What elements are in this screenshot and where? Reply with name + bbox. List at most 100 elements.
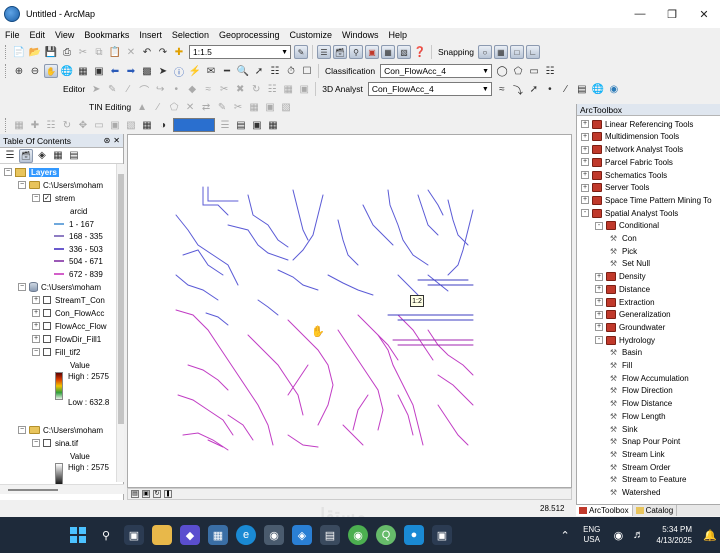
update-georef-icon[interactable]: ▧ — [124, 118, 138, 132]
image-analysis-icon[interactable]: ▦ — [140, 118, 154, 132]
menu-view[interactable]: View — [50, 30, 79, 40]
edge-snapping-icon[interactable]: ∟ — [525, 45, 540, 59]
layer-row[interactable]: + FlowDir_Fill1 — [32, 333, 101, 346]
collapse-icon[interactable]: − — [18, 181, 26, 190]
toolset-item[interactable]: + Server Tools — [581, 182, 649, 195]
expand-icon[interactable]: + — [581, 196, 589, 205]
toolbar-grip[interactable] — [5, 118, 8, 132]
table-of-contents-icon[interactable]: ☰ — [317, 45, 331, 59]
endpoint-arc-icon[interactable]: ⌒ — [137, 82, 151, 97]
expand-icon[interactable]: + — [595, 285, 603, 294]
search-icon[interactable]: ⚲ — [96, 525, 116, 545]
menu-insert[interactable]: Insert — [134, 30, 167, 40]
pan-icon[interactable]: ✋ — [44, 64, 58, 78]
interpolate-line-icon[interactable]: ∕ — [559, 82, 573, 96]
fixed-zoom-in-icon[interactable]: ▦ — [76, 64, 90, 78]
toc-options-icon[interactable]: ▤ — [67, 149, 81, 163]
menu-edit[interactable]: Edit — [25, 30, 51, 40]
map-display[interactable]: 1:2 ✋ — [127, 134, 572, 488]
back-icon[interactable]: ⬅ — [108, 64, 122, 78]
tin-delete-node-icon[interactable]: ✕ — [183, 100, 197, 114]
layers-node[interactable]: − Layers — [4, 166, 59, 179]
toolbar-grip[interactable] — [5, 45, 8, 59]
toolset-item[interactable]: + Multidimension Tools — [581, 131, 679, 144]
transparency-icon[interactable]: ▦ — [266, 118, 280, 132]
visibility-checkbox[interactable] — [43, 439, 51, 448]
expand-icon[interactable]: + — [595, 323, 603, 332]
forward-icon[interactable]: ➡ — [124, 64, 138, 78]
expand-icon[interactable]: + — [32, 309, 40, 318]
windows-start-icon[interactable] — [68, 525, 88, 545]
menu-help[interactable]: Help — [384, 30, 413, 40]
toc-horizontal-scrollbar[interactable] — [0, 484, 124, 494]
classification-layer-combo[interactable]: Con_FlowAcc_4 ▼ — [380, 64, 493, 78]
copilot-icon[interactable]: ◆ — [180, 525, 200, 545]
layout-view-icon[interactable]: ▤ — [234, 118, 248, 132]
toc-vertical-scrollbar[interactable] — [116, 164, 124, 482]
model-builder-icon[interactable]: ▧ — [397, 45, 411, 59]
arcmap-taskbar-icon[interactable]: ◉ — [264, 525, 284, 545]
paste-icon[interactable]: 📋 — [108, 45, 122, 59]
list-by-selection-icon[interactable]: ▦ — [51, 149, 65, 163]
line-of-sight-icon[interactable]: ➚ — [527, 82, 541, 96]
file-explorer-icon[interactable] — [152, 525, 172, 545]
collapse-icon[interactable]: − — [4, 168, 12, 177]
tin-modify-node-icon[interactable]: ✎ — [215, 100, 229, 114]
toolset-item[interactable]: - Hydrology — [595, 334, 655, 347]
menu-geoprocessing[interactable]: Geoprocessing — [214, 30, 285, 40]
arccatalog-taskbar-icon[interactable]: ▤ — [320, 525, 340, 545]
group3-node[interactable]: − C:\Users\moham — [18, 424, 103, 437]
legend-class[interactable]: 1 - 167 — [54, 218, 94, 231]
profile-graph-icon[interactable]: ▤ — [575, 82, 589, 96]
toolset-item[interactable]: + Extraction — [595, 296, 655, 309]
toolset-item[interactable]: + Schematics Tools — [581, 169, 667, 182]
identify-icon[interactable]: ⓘ — [172, 64, 186, 79]
visibility-checkbox[interactable]: ✓ — [43, 194, 51, 203]
toolset-item[interactable]: + Density — [595, 270, 646, 283]
expand-icon[interactable]: + — [595, 310, 603, 319]
input-language[interactable]: ENG USA — [583, 525, 600, 545]
tool-item[interactable]: ⚒ Con — [609, 232, 637, 245]
menu-selection[interactable]: Selection — [167, 30, 214, 40]
toolset-item[interactable]: + Groundwater — [595, 321, 665, 334]
new-document-icon[interactable]: 📄 — [12, 45, 26, 59]
tool-item[interactable]: ⚒ Basin — [609, 347, 642, 360]
expand-icon[interactable]: + — [32, 322, 40, 331]
cut-icon[interactable]: ✂ — [76, 45, 90, 59]
layer-row[interactable]: + FlowAcc_Flow — [32, 320, 107, 333]
layer-sina[interactable]: − sina.tif — [32, 437, 78, 450]
tin-add-polygon-icon[interactable]: ⬠ — [167, 100, 181, 114]
toolset-item[interactable]: + Distance — [595, 283, 650, 296]
list-by-visibility-icon[interactable]: ◈ — [35, 149, 49, 163]
legend-class[interactable]: 504 - 671 — [54, 255, 103, 268]
expand-icon[interactable]: + — [595, 298, 603, 307]
collapse-icon[interactable]: - — [581, 209, 589, 218]
tool-item[interactable]: ⚒ Watershed — [609, 486, 660, 499]
list-by-drawing-order-icon[interactable]: ☰ — [3, 149, 17, 163]
group2-node[interactable]: − C:\Users\moham — [18, 281, 101, 294]
layer-strem[interactable]: − ✓ strem — [32, 192, 75, 205]
point-snapping-icon[interactable]: ○ — [477, 45, 492, 59]
tin-node-z-icon[interactable]: ▦ — [247, 100, 261, 114]
draw-polygon-icon[interactable]: ⬠ — [511, 64, 525, 78]
menu-bookmarks[interactable]: Bookmarks — [79, 30, 134, 40]
rotate-icon[interactable]: ↻ — [249, 82, 263, 96]
collapse-icon[interactable]: − — [18, 426, 26, 435]
layer-row[interactable]: + Con_FlowAcc — [32, 307, 104, 320]
tool-item[interactable]: ⚒ Fill — [609, 359, 632, 372]
open-icon[interactable]: 📂 — [28, 45, 42, 59]
scroll-thumb[interactable] — [118, 174, 124, 424]
editor-toolbar-icon[interactable]: ✎ — [294, 45, 308, 59]
collapse-icon[interactable]: - — [595, 221, 603, 230]
toolset-item[interactable]: - Spatial Analyst Tools — [581, 207, 678, 220]
task-view-icon[interactable]: ▣ — [124, 525, 144, 545]
edit-annotation-icon[interactable]: ✎ — [105, 82, 119, 96]
pause-drawing-icon[interactable]: ❚ — [164, 490, 172, 498]
vertex-snapping-icon[interactable]: □ — [509, 45, 524, 59]
georef-icon[interactable]: ▦ — [12, 118, 26, 132]
whats-this-icon[interactable]: ❓ — [413, 45, 427, 59]
edit-tool-icon[interactable]: ➤ — [89, 82, 103, 96]
find-route-icon[interactable]: ➚ — [252, 64, 266, 78]
expand-icon[interactable]: + — [32, 296, 40, 305]
point-icon[interactable]: • — [169, 82, 183, 96]
